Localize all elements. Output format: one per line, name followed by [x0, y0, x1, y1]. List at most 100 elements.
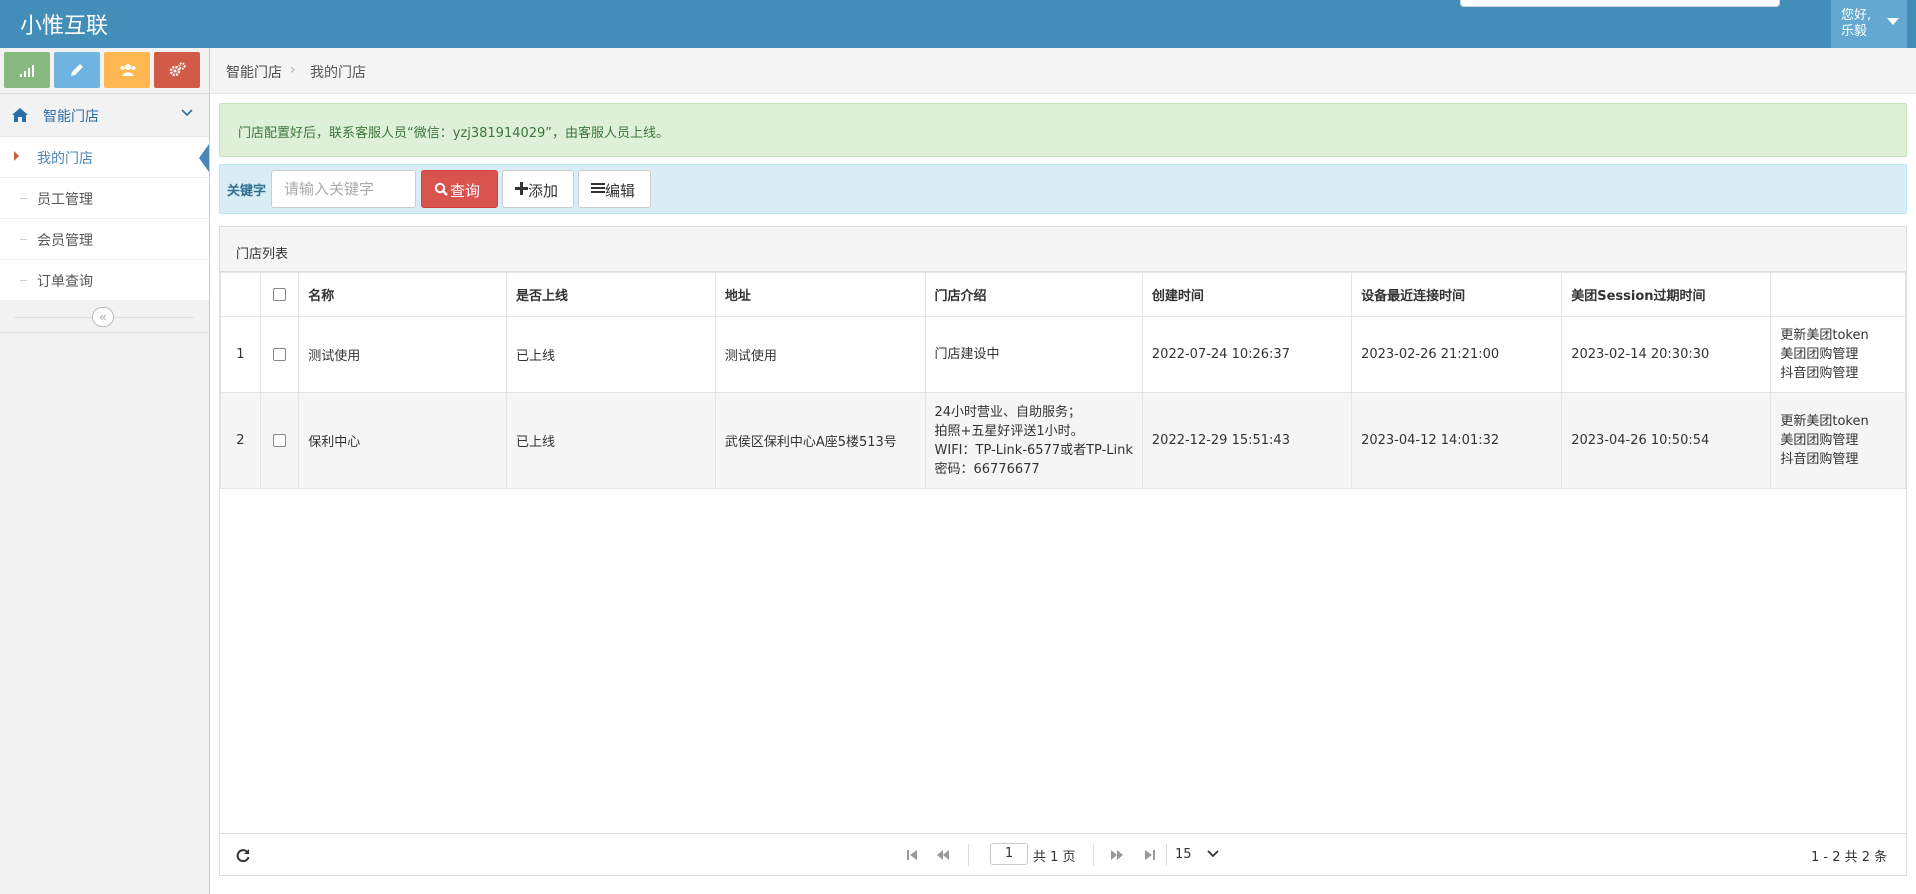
sidebar-item-label: 订单查询 — [37, 274, 93, 290]
store-name-cell: 保利中心 — [298, 392, 508, 489]
row-checkbox[interactable] — [272, 348, 286, 361]
plus-icon — [515, 182, 528, 195]
sidebar-item-label: 员工管理 — [37, 192, 93, 208]
sidebar-item-staff[interactable]: 员工管理 — [0, 178, 209, 219]
column-header[interactable]: 创建时间 — [1141, 272, 1353, 317]
created-time-cell: 2022-12-29 15:51:43 — [1141, 392, 1353, 489]
keyword-label: 关键字 — [227, 184, 267, 199]
column-header[interactable]: 是否上线 — [506, 272, 716, 317]
active-indicator-icon — [14, 151, 19, 161]
last-connect-cell: 2023-02-26 21:21:00 — [1351, 316, 1563, 393]
column-header[interactable]: 地址 — [714, 272, 926, 317]
update-meituan-token-link[interactable]: 更新美团token — [1780, 326, 1896, 345]
total-pages-text: 共 1 页 — [1033, 850, 1076, 865]
cogs-icon — [169, 62, 186, 77]
store-name-cell: 测试使用 — [298, 316, 508, 393]
column-header[interactable]: 门店介绍 — [924, 272, 1143, 317]
home-icon — [12, 108, 28, 122]
breadcrumb-item-current: 我的门店 — [310, 65, 366, 81]
breadcrumb-item-parent[interactable]: 智能门店 — [226, 62, 282, 82]
next-page-icon[interactable] — [1110, 849, 1124, 861]
intro-line: 24小时营业、自助服务； — [934, 404, 1082, 420]
shortcut-users-button[interactable] — [104, 52, 150, 88]
douyin-groupbuy-link[interactable]: 抖音团购管理 — [1780, 364, 1896, 383]
add-button[interactable]: 添加 — [502, 170, 574, 208]
pager-divider — [1093, 844, 1094, 866]
select-all-checkbox[interactable] — [272, 288, 286, 301]
update-meituan-token-link[interactable]: 更新美团token — [1780, 412, 1896, 431]
online-status-cell: 已上线 — [506, 316, 716, 393]
sidebar-collapse-bar: « — [0, 301, 209, 333]
intro-cell: 门店建设中 — [924, 316, 1143, 393]
session-expire-cell: 2023-04-26 10:50:54 — [1561, 392, 1772, 489]
sidebar-item-label: 我的门店 — [37, 151, 93, 167]
previous-page-icon[interactable] — [936, 849, 950, 861]
pager-divider — [968, 844, 969, 866]
app-title: 小惟互联 — [20, 14, 109, 39]
shortcut-edit-button[interactable] — [54, 52, 100, 88]
table-header-row: 名称 是否上线 地址 门店介绍 创建时间 设备最近连接时间 美团Session过… — [220, 272, 1906, 317]
last-connect-cell: 2023-04-12 14:01:32 — [1351, 392, 1563, 489]
panel-title: 门店列表 — [236, 247, 289, 262]
session-expire-cell: 2023-02-14 20:30:30 — [1561, 316, 1772, 393]
column-header-actions — [1770, 272, 1906, 317]
page-number-input[interactable]: 1 — [990, 843, 1028, 865]
shortcut-stats-button[interactable] — [4, 52, 50, 88]
page-size-select[interactable]: 15 — [1175, 847, 1192, 862]
collapse-sidebar-button[interactable]: « — [92, 307, 114, 327]
intro-line: WIFI：TP-Link-6577或者TP-Link — [934, 442, 1133, 458]
row-checkbox[interactable] — [272, 434, 286, 447]
search-icon — [434, 182, 448, 196]
pencil-icon — [71, 64, 83, 76]
meituan-groupbuy-link[interactable]: 美团团购管理 — [1780, 345, 1896, 364]
chevron-down-icon[interactable] — [1207, 850, 1219, 858]
intro-line: 门店建设中 — [934, 347, 1000, 362]
created-time-cell: 2022-07-24 10:26:37 — [1141, 316, 1353, 393]
query-button-label: 查询 — [450, 183, 481, 200]
shortcut-settings-button[interactable] — [154, 52, 200, 88]
list-icon — [591, 183, 605, 193]
store-list-panel: 门店列表 名称 是否上线 地址 门店介绍 创建时间 设备最近连接时间 美团Ses… — [219, 226, 1907, 876]
signal-icon — [20, 65, 34, 77]
refresh-icon[interactable] — [235, 847, 251, 863]
row-select-cell — [259, 316, 300, 393]
table-row[interactable]: 2 保利中心 已上线 武侯区保利中心A座5楼513号 24小时营业、自助服务； … — [220, 392, 1906, 489]
sidebar-shortcuts — [0, 48, 209, 94]
table-row[interactable]: 1 测试使用 已上线 测试使用 门店建设中 2022-07-24 10:26:3… — [220, 316, 1906, 393]
last-page-icon[interactable] — [1144, 849, 1156, 861]
sidebar-item-members[interactable]: 会员管理 — [0, 219, 209, 260]
keyword-search-input[interactable] — [271, 170, 416, 208]
actions-cell: 更新美团token 美团团购管理 抖音团购管理 — [1770, 392, 1906, 489]
query-button[interactable]: 查询 — [421, 170, 498, 208]
sidebar-item-orders[interactable]: 订单查询 — [0, 260, 209, 301]
user-menu[interactable]: 您好, 乐毅 — [1831, 0, 1907, 48]
edit-button-label: 编辑 — [605, 183, 636, 200]
pagination-bar: 1 共 1 页 15 1 - 2 共 2 条 — [220, 833, 1906, 875]
intro-cell: 24小时营业、自助服务； 拍照+五星好评送1小时。 WIFI：TP-Link-6… — [924, 392, 1143, 489]
top-navbar: 小惟互联 您好, 乐毅 — [0, 0, 1916, 48]
address-cell: 武侯区保利中心A座5楼513号 — [714, 392, 926, 489]
alert-text: 门店配置好后，联系客服人员“微信：yzj381914029”，由客服人员上线。 — [238, 126, 670, 141]
search-toolbar: 关键字 查询 添加 编辑 — [219, 164, 1907, 214]
store-table: 名称 是否上线 地址 门店介绍 创建时间 设备最近连接时间 美团Session过… — [220, 272, 1906, 489]
nav-group-smart-store[interactable]: 智能门店 — [0, 94, 209, 137]
tree-line — [20, 280, 27, 281]
edit-button[interactable]: 编辑 — [578, 170, 651, 208]
tree-line — [20, 239, 27, 240]
meituan-groupbuy-link[interactable]: 美团团购管理 — [1780, 431, 1896, 450]
column-header[interactable]: 名称 — [298, 272, 508, 317]
online-status-cell: 已上线 — [506, 392, 716, 489]
column-header[interactable]: 美团Session过期时间 — [1561, 272, 1772, 317]
douyin-groupbuy-link[interactable]: 抖音团购管理 — [1780, 450, 1896, 469]
address-cell: 测试使用 — [714, 316, 926, 393]
sidebar-item-my-stores[interactable]: 我的门店 — [0, 137, 209, 178]
sidebar: 智能门店 我的门店 员工管理 会员管理 订单查询 « — [0, 48, 210, 894]
intro-line: 拍照+五星好评送1小时。 — [934, 423, 1084, 439]
intro-line: 密码：66776677 — [934, 461, 1040, 477]
chevron-down-icon — [181, 109, 193, 117]
column-header[interactable]: 设备最近连接时间 — [1351, 272, 1563, 317]
first-page-icon[interactable] — [906, 849, 918, 861]
select-all-cell — [259, 272, 300, 317]
nav-group-label: 智能门店 — [43, 109, 99, 125]
top-search-box[interactable] — [1460, 0, 1780, 7]
